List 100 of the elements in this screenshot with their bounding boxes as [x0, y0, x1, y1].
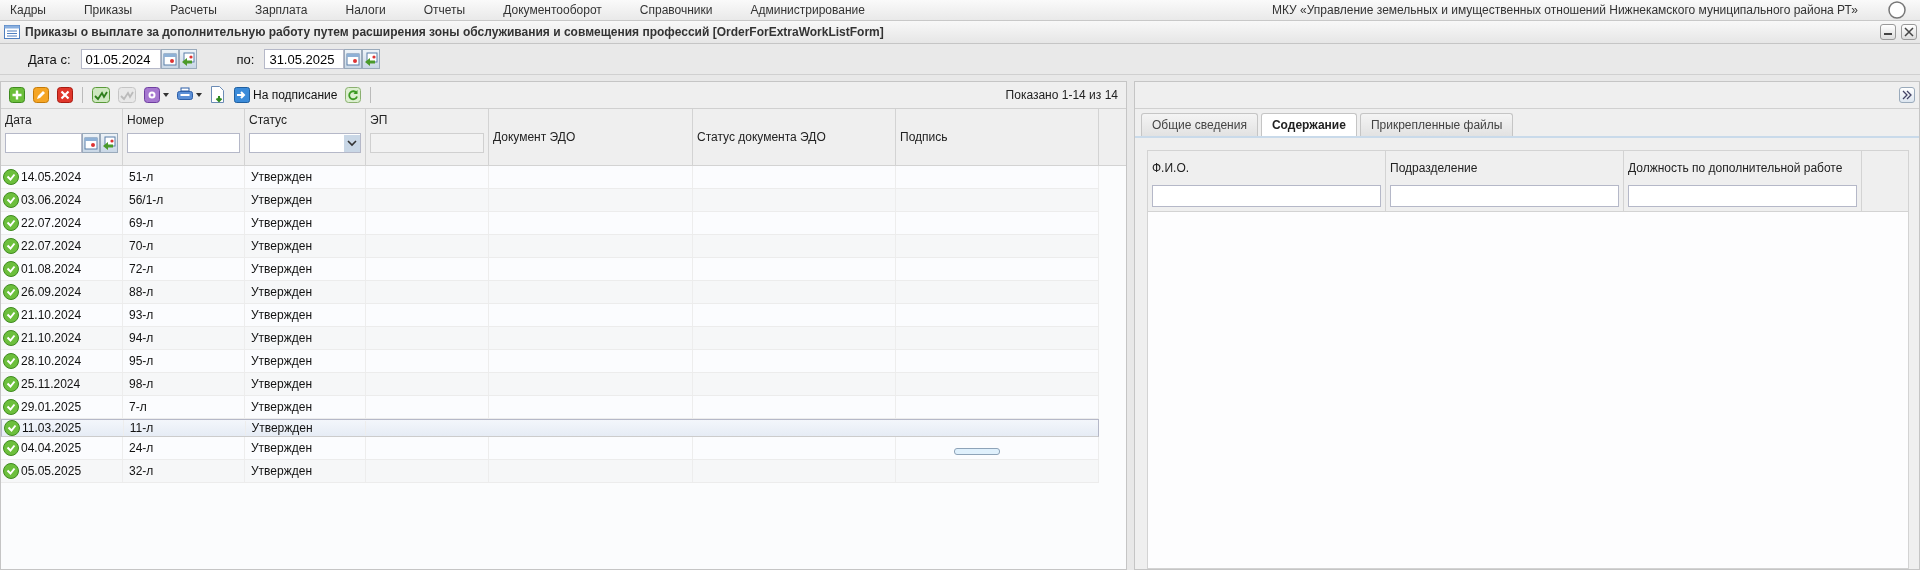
table-cell: 21.10.2024 [21, 308, 82, 322]
calendar-icon[interactable] [344, 49, 363, 69]
table-cell: 29.01.2025 [21, 400, 82, 414]
table-cell: Утвержден [251, 441, 313, 455]
menu-item[interactable]: Документооборот [503, 3, 618, 17]
column-filter-field[interactable] [1390, 185, 1619, 207]
table-cell: Утвержден [251, 354, 313, 368]
table-row[interactable]: 05.05.2025 32-л Утвержден [1, 460, 1099, 483]
table-cell: Утвержден [251, 170, 313, 184]
table-cell: 70-л [129, 239, 154, 253]
drag-handle[interactable] [954, 448, 1000, 455]
table-cell: 28.10.2024 [21, 354, 82, 368]
table-row[interactable]: 11.03.2025 11-л Утвержден [1, 419, 1099, 437]
approved-check-icon [3, 440, 19, 456]
menu-item[interactable]: Зарплата [254, 3, 324, 17]
date-filter-field[interactable] [5, 133, 82, 153]
expand-button[interactable] [1899, 87, 1915, 103]
caret-icon[interactable] [196, 93, 202, 97]
delete-button[interactable] [55, 86, 75, 104]
menu-item[interactable]: Справочники [639, 3, 729, 17]
list-window-icon [4, 25, 20, 39]
date-to-field[interactable]: 31.05.2025 [264, 49, 345, 69]
table-cell: 56/1-л [129, 193, 164, 207]
approved-check-icon [3, 261, 19, 277]
table-cell: 94-л [129, 331, 154, 345]
settings-button[interactable] [142, 86, 171, 104]
tab[interactable]: Общие сведения [1141, 113, 1258, 136]
table-cell: 25.11.2024 [21, 377, 81, 391]
table-cell: Утвержден [251, 262, 313, 276]
tab[interactable]: Содержание [1260, 113, 1357, 136]
approved-check-icon [3, 284, 19, 300]
window-title: Приказы о выплате за дополнительную работу путем расширения зоны обслуживания и совмещения профессий [OrderForExtraWorkListForm] [25, 25, 884, 39]
column-header[interactable]: Ф.И.О. [1148, 151, 1386, 211]
clear-date-icon[interactable] [100, 133, 118, 153]
table-cell: Утвержден [251, 285, 313, 299]
clear-date-icon[interactable] [362, 49, 381, 69]
calendar-icon[interactable] [82, 133, 100, 153]
close-button[interactable] [1901, 24, 1917, 40]
table-cell: 69-л [129, 216, 154, 230]
table-row[interactable]: 21.10.2024 93-л Утвержден [1, 304, 1099, 327]
table-cell: 11.03.2025 [22, 421, 82, 435]
table-row[interactable]: 28.10.2024 95-л Утвержден [1, 350, 1099, 373]
date-from-field[interactable]: 01.05.2024 [80, 49, 161, 69]
column-header[interactable]: Номер [123, 109, 245, 165]
menu-item[interactable]: Администрирование [750, 3, 881, 17]
menu-item[interactable]: Кадры [10, 3, 62, 17]
table-cell: 05.05.2025 [21, 464, 82, 478]
table-cell: 04.04.2025 [21, 441, 82, 455]
table-row[interactable]: 22.07.2024 69-л Утвержден [1, 212, 1099, 235]
menu-item[interactable]: Отчеты [423, 3, 482, 17]
column-filter-field[interactable] [1152, 185, 1381, 207]
sign-button[interactable] [90, 86, 112, 104]
approved-check-icon [3, 330, 19, 346]
column-header[interactable]: Дата [1, 109, 123, 165]
table-row[interactable]: 01.08.2024 72-л Утвержден [1, 258, 1099, 281]
column-header[interactable]: Подразделение [1386, 151, 1624, 211]
approved-check-icon [3, 238, 19, 254]
table-cell: 11-л [129, 421, 154, 435]
column-header[interactable]: Подпись [896, 109, 1099, 165]
refresh-button[interactable] [343, 86, 364, 104]
table-cell: 24-л [129, 441, 154, 455]
help-icon[interactable] [1888, 1, 1906, 19]
column-header[interactable]: Статус документа ЭДО [693, 109, 896, 165]
organization-name: МКУ «Управление земельных и имущественных отношений Нижнекамского муниципального района РТ» [1272, 3, 1858, 17]
date-from-label: Дата с: [28, 51, 71, 67]
column-filter-field[interactable] [1628, 185, 1857, 207]
approved-check-icon [3, 353, 19, 369]
chevron-down-icon[interactable] [344, 134, 360, 152]
table-cell: Утвержден [251, 377, 313, 391]
table-row[interactable]: 29.01.2025 7-л Утвержден [1, 396, 1099, 419]
send-for-signing-button[interactable]: На подписание [232, 86, 340, 104]
column-header[interactable]: Должность по дополнительной работе [1624, 151, 1862, 211]
column-header[interactable]: Статус [245, 109, 366, 165]
menu-item[interactable]: Приказы [83, 3, 149, 17]
table-cell: Утвержден [251, 331, 313, 345]
arrow-right-icon[interactable] [234, 87, 250, 103]
table-cell: 32-л [129, 464, 154, 478]
table-cell: Утвержден [251, 308, 313, 322]
approved-check-icon [4, 420, 20, 436]
approved-check-icon [3, 463, 19, 479]
table-row[interactable]: 04.04.2025 24-л Утвержден [1, 437, 1099, 460]
table-cell: 21.10.2024 [21, 331, 82, 345]
column-header[interactable]: Документ ЭДО [489, 109, 693, 165]
table-cell: 7-л [129, 400, 147, 414]
tab[interactable]: Прикрепленные файлы [1359, 113, 1514, 136]
table-row[interactable]: 14.05.2024 51-л Утвержден [1, 166, 1099, 189]
table-cell: 22.07.2024 [21, 239, 82, 253]
edit-button[interactable] [31, 86, 51, 104]
table-cell: Утвержден [251, 400, 313, 414]
add-button[interactable] [7, 86, 27, 104]
menu-item[interactable]: Расчеты [170, 3, 233, 17]
table-row[interactable]: 03.06.2024 56/1-л Утвержден [1, 189, 1099, 212]
table-row[interactable]: 22.07.2024 70-л Утвержден [1, 235, 1099, 258]
table-row[interactable]: 25.11.2024 98-л Утвержден [1, 373, 1099, 396]
table-cell: Утвержден [251, 216, 313, 230]
number-filter-field[interactable] [127, 133, 240, 153]
menu-item[interactable]: Налоги [345, 3, 402, 17]
table-row[interactable]: 26.09.2024 88-л Утвержден [1, 281, 1099, 304]
caret-icon[interactable] [163, 93, 169, 97]
table-row[interactable]: 21.10.2024 94-л Утвержден [1, 327, 1099, 350]
